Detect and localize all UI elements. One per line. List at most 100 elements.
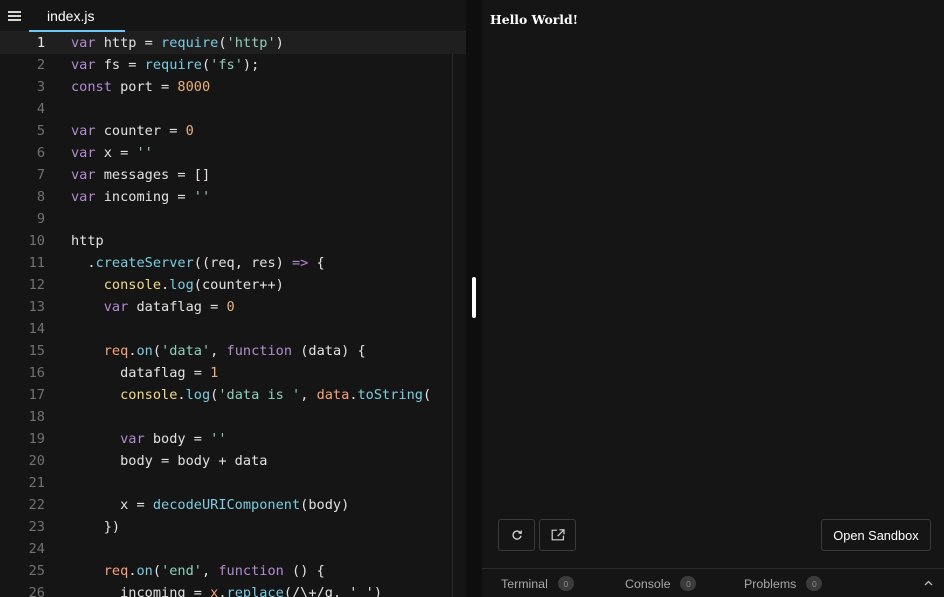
file-tab-label: index.js [47,8,95,24]
tab-console[interactable]: Console 0 [625,569,697,597]
code-line[interactable]: 24 [0,538,466,560]
code-token: }) [71,519,121,535]
code-text: dataflag = 1 [71,362,218,384]
line-number: 6 [36,145,45,161]
preview-output-text: Hello World! [490,12,579,27]
code-token: (/\+/g, ' ') [283,585,383,597]
code-token: incoming = [71,585,211,597]
code-token: ); [242,57,260,73]
splitter-drag-handle[interactable] [472,277,476,318]
code-token: , [201,563,219,579]
code-line[interactable]: 11 .createServer((req, res) => { [0,252,466,274]
problems-count-badge: 0 [806,576,823,591]
code-text: console.log('data is ', data.toString( [71,384,431,406]
preview-pane: Hello World! Open Sandbox Terminal 0 Con… [482,0,944,597]
code-token: . [161,277,170,293]
line-number: 12 [28,277,45,293]
code-token: () { [283,563,325,579]
code-line[interactable]: 25 req.on('end', function () { [0,560,466,582]
line-number: 3 [36,79,45,95]
code-text: var dataflag = 0 [71,296,235,318]
code-line[interactable]: 17 console.log('data is ', data.toString… [0,384,466,406]
line-number: 22 [28,497,45,513]
open-in-new-window-button[interactable] [539,519,576,551]
code-line[interactable]: 14 [0,318,466,340]
code-token: => [292,255,309,271]
code-line[interactable]: 8 var incoming = '' [0,186,466,208]
code-line[interactable]: 20 body = body + data [0,450,466,472]
code-token: , [210,343,227,359]
code-line[interactable]: 9 [0,208,466,230]
code-text: var incoming = '' [71,186,210,208]
code-token: req [103,343,129,359]
code-token: console [120,387,178,403]
code-text: req.on('data', function (data) { [71,340,366,362]
tab-terminal-label: Terminal [501,576,548,591]
code-text: var x = '' [71,142,153,164]
code-token: '' [193,189,211,205]
pane-splitter[interactable] [466,0,482,597]
line-number: 11 [28,255,45,271]
refresh-icon [511,530,522,540]
code-token: . [128,343,137,359]
code-line[interactable]: 5 var counter = 0 [0,120,466,142]
code-token: ((req, res) [193,255,292,271]
expand-devtools-button[interactable] [920,575,936,591]
code-line[interactable]: 18 [0,406,466,428]
editor-ruler [452,54,453,597]
code-token: var [71,123,96,139]
code-token: decodeURIComponent [152,497,301,513]
code-line[interactable]: 21 [0,472,466,494]
code-text: http [71,230,104,252]
code-token: x = [71,497,153,513]
code-line[interactable]: 1 var http = require('http') [0,32,466,54]
line-number: 2 [36,57,45,73]
code-token: var [71,57,96,73]
terminal-count-badge: 0 [557,576,574,591]
code-line[interactable]: 15 req.on('data', function (data) { [0,340,466,362]
chevron-up-icon [924,580,932,586]
code-line[interactable]: 12 console.log(counter++) [0,274,466,296]
code-token: log [169,277,194,293]
code-line[interactable]: 23 }) [0,516,466,538]
editor-tab-bar: index.js [0,0,466,32]
code-token: 'http' [226,35,276,51]
refresh-button[interactable] [498,519,535,551]
code-line[interactable]: 3 const port = 8000 [0,76,466,98]
code-line[interactable]: 26 incoming = x.replace(/\+/g, ' ') [0,582,466,597]
code-area[interactable]: 1 var http = require('http') 2 var fs = req… [0,32,466,597]
code-line[interactable]: 6 var x = '' [0,142,466,164]
code-text: var messages = [] [71,164,210,186]
code-token: http [71,233,104,249]
line-number: 1 [36,35,45,51]
code-token: createServer [95,255,194,271]
code-token: incoming = [95,189,194,205]
open-sandbox-button[interactable]: Open Sandbox [821,519,931,551]
line-number: 17 [28,387,45,403]
code-line[interactable]: 4 [0,98,466,120]
file-tab-index-js[interactable]: index.js [29,0,125,32]
tab-terminal[interactable]: Terminal 0 [501,569,574,597]
menu-button[interactable] [0,0,28,32]
code-line[interactable]: 19 var body = '' [0,428,466,450]
tab-console-label: Console [625,576,671,591]
code-line[interactable]: 10 http [0,230,466,252]
code-token: http = [95,35,162,51]
code-token: . [218,585,227,597]
console-count-badge: 0 [680,576,697,591]
code-line[interactable]: 2 var fs = require('fs'); [0,54,466,76]
code-token: body = [144,431,211,447]
line-number: 20 [28,453,45,469]
tab-problems[interactable]: Problems 0 [744,569,823,597]
code-line[interactable]: 22 x = decodeURIComponent(body) [0,494,466,516]
code-token: console [103,277,162,293]
code-line[interactable]: 7 var messages = [] [0,164,466,186]
code-token: log [185,387,211,403]
code-token: function [226,343,293,359]
code-token: ) [275,35,284,51]
code-line[interactable]: 13 var dataflag = 0 [0,296,466,318]
code-line[interactable]: 16 dataflag = 1 [0,362,466,384]
code-text: console.log(counter++) [71,274,284,296]
